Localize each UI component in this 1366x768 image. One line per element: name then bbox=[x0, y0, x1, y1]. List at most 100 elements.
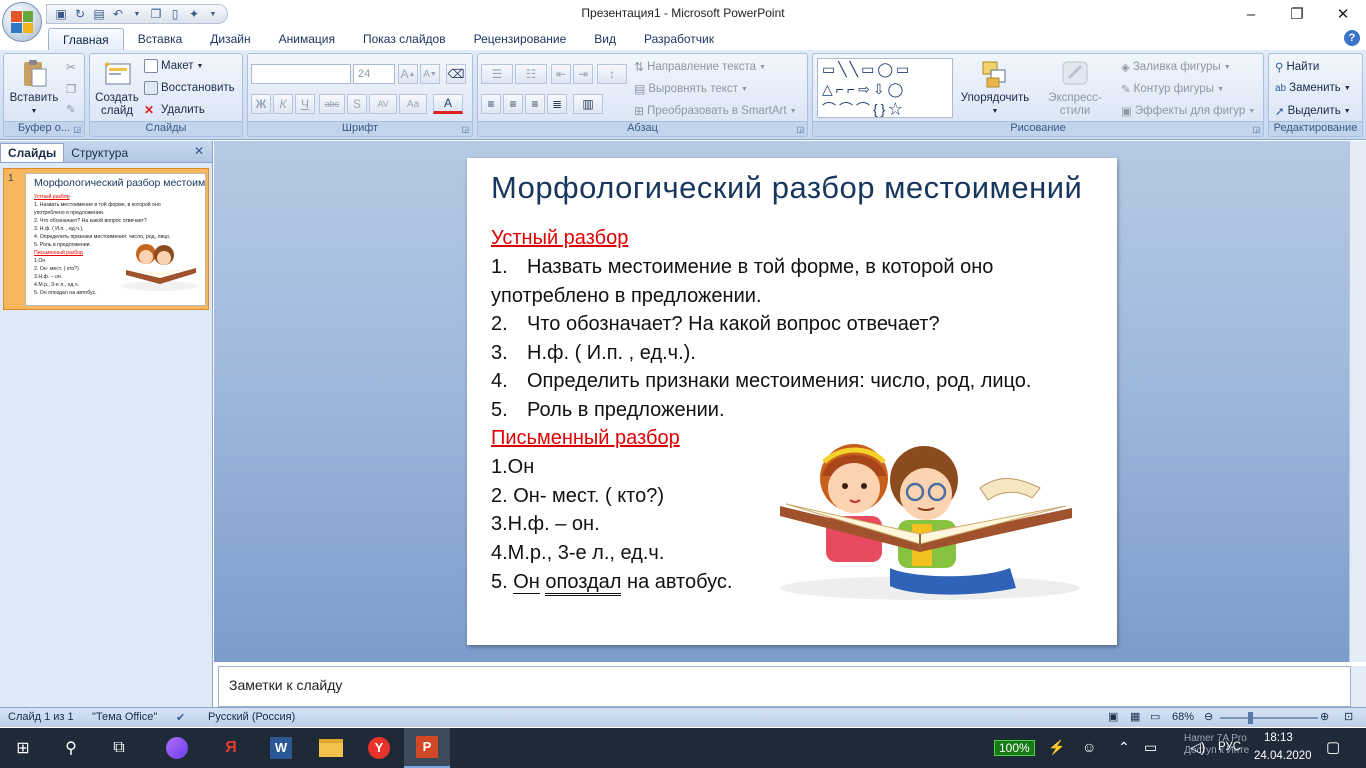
show-hidden-icons-icon[interactable]: ⌃ bbox=[1118, 739, 1130, 756]
italic-button[interactable]: К bbox=[273, 94, 293, 114]
tab-slideshow[interactable]: Показ слайдов bbox=[349, 28, 460, 50]
theme-name[interactable]: "Тема Office" bbox=[92, 711, 157, 723]
print-preview-icon[interactable]: ▤ bbox=[91, 6, 107, 22]
zoom-slider[interactable] bbox=[1220, 712, 1318, 724]
align-right-icon[interactable]: ≡ bbox=[525, 94, 545, 114]
line-spacing-icon[interactable]: ↕ bbox=[597, 64, 627, 84]
tab-home[interactable]: Главная bbox=[48, 28, 124, 50]
bold-button[interactable]: Ж bbox=[251, 94, 271, 114]
tab-animation[interactable]: Анимация bbox=[265, 28, 349, 50]
align-center-icon[interactable]: ≡ bbox=[503, 94, 523, 114]
smartart-button[interactable]: ⊞ Преобразовать в SmartArt ▼ bbox=[634, 104, 797, 118]
tab-view[interactable]: Вид bbox=[580, 28, 630, 50]
normal-view-icon[interactable]: ▣ bbox=[1108, 710, 1118, 723]
clear-format-icon[interactable]: ⌫ bbox=[446, 64, 466, 84]
written-item[interactable]: 1.Он bbox=[491, 455, 534, 479]
qat-customize-icon[interactable]: ▼ bbox=[205, 6, 221, 22]
save-icon[interactable]: ▣ bbox=[53, 6, 69, 22]
word-icon[interactable]: W bbox=[258, 728, 304, 768]
zoom-level[interactable]: 68% bbox=[1172, 711, 1194, 723]
dialog-launcher-icon[interactable]: ◲ bbox=[1252, 125, 1260, 134]
repeat-icon[interactable]: ↻ bbox=[72, 6, 88, 22]
slide-title[interactable]: Морфологический разбор местоимений bbox=[491, 170, 1082, 206]
font-name-combo[interactable] bbox=[251, 64, 351, 84]
slide-canvas[interactable]: Морфологический разбор местоимений Устны… bbox=[467, 158, 1117, 645]
written-heading[interactable]: Письменный разбор bbox=[491, 426, 680, 450]
minimize-button[interactable]: – bbox=[1228, 0, 1274, 28]
battery-indicator[interactable]: 100% bbox=[994, 740, 1035, 756]
change-case-button[interactable]: Aa bbox=[399, 94, 427, 114]
shape-outline-button[interactable]: ✎ Контур фигуры ▼ bbox=[1121, 82, 1224, 96]
shapes-gallery[interactable]: ▭╲╲▭◯▭ △⌐⌐⇨⇩◯ ⌒⌒⌒{}☆ bbox=[817, 58, 953, 118]
clock-time[interactable]: 18:13 bbox=[1264, 732, 1293, 744]
dialog-launcher-icon[interactable]: ◲ bbox=[73, 125, 81, 134]
oral-item[interactable]: 5. Роль в предложении. bbox=[491, 398, 725, 422]
yandex-browser-icon[interactable]: Я bbox=[208, 728, 254, 768]
undo-icon[interactable]: ↶ bbox=[110, 6, 126, 22]
dialog-launcher-icon[interactable]: ◲ bbox=[461, 125, 469, 134]
format-painter-icon[interactable]: ✎ bbox=[66, 102, 76, 116]
delete-slide-button[interactable]: ✕ Удалить bbox=[144, 103, 205, 117]
notes-scrollbar[interactable] bbox=[1351, 666, 1366, 707]
strike-button[interactable]: abc bbox=[319, 94, 345, 114]
close-panel-icon[interactable]: ✕ bbox=[194, 144, 204, 158]
alice-assistant-icon[interactable] bbox=[154, 728, 200, 768]
slide-thumbnail[interactable]: Морфологический разбор местоимений Устны… bbox=[25, 173, 206, 306]
clock-date[interactable]: 24.04.2020 bbox=[1254, 750, 1312, 762]
oral-item[interactable]: 2. Что обозначает? На какой вопрос отвеча… bbox=[491, 312, 940, 336]
align-left-icon[interactable]: ≡ bbox=[481, 94, 501, 114]
font-size-combo[interactable]: 24 bbox=[353, 64, 395, 84]
arrange-button[interactable]: Упорядочить ▼ bbox=[957, 58, 1033, 118]
powerpoint-icon[interactable]: P bbox=[404, 728, 450, 768]
close-button[interactable]: ✕ bbox=[1320, 0, 1366, 28]
search-icon[interactable]: ⚲ bbox=[48, 728, 94, 768]
tab-slides-panel[interactable]: Слайды bbox=[0, 143, 65, 162]
network-icon[interactable]: ▭ bbox=[1144, 739, 1157, 756]
new-slide-icon[interactable]: ✦ bbox=[186, 6, 202, 22]
copy-icon[interactable]: ❐ bbox=[148, 6, 164, 22]
dialog-launcher-icon[interactable]: ◲ bbox=[796, 125, 804, 134]
cut-icon[interactable]: ✂ bbox=[66, 60, 76, 74]
volume-icon[interactable]: ◁) bbox=[1190, 739, 1205, 756]
written-item-5[interactable]: 5. Он опоздал на автобус. bbox=[491, 570, 732, 596]
copy-format-icon[interactable]: ❐ bbox=[66, 82, 76, 96]
notes-placeholder[interactable]: Заметки к слайду bbox=[229, 677, 342, 693]
oral-item[interactable]: 3. Н.ф. ( И.п. , ед.ч.). bbox=[491, 341, 696, 365]
font-color-icon[interactable]: A bbox=[433, 94, 463, 114]
fit-to-window-icon[interactable]: ⊡ bbox=[1344, 710, 1353, 723]
new-slide-button[interactable]: ✦ Создать слайд bbox=[93, 58, 141, 118]
office-button[interactable] bbox=[2, 2, 42, 42]
char-spacing-button[interactable]: AV bbox=[369, 94, 397, 114]
tab-design[interactable]: Дизайн bbox=[196, 28, 264, 50]
zoom-in-icon[interactable]: ⊕ bbox=[1320, 710, 1329, 723]
restore-button[interactable]: ❐ bbox=[1274, 0, 1320, 28]
paste-button[interactable]: Вставить ▼ bbox=[8, 58, 60, 118]
align-text-button[interactable]: ▤ Выровнять текст ▼ bbox=[634, 82, 748, 96]
grow-font-icon[interactable]: A ▲ bbox=[398, 64, 418, 84]
written-item[interactable]: 2. Он- мест. ( кто?) bbox=[491, 484, 664, 508]
zoom-slider-thumb[interactable] bbox=[1248, 712, 1253, 724]
shape-fill-button[interactable]: ◈ Заливка фигуры ▼ bbox=[1121, 60, 1231, 74]
sorter-view-icon[interactable]: ▦ bbox=[1130, 710, 1140, 723]
bullets-icon[interactable]: ☰ bbox=[481, 64, 513, 84]
shape-effects-button[interactable]: ▣ Эффекты для фигур ▼ bbox=[1121, 104, 1255, 118]
language-indicator[interactable]: Русский (Россия) bbox=[208, 711, 295, 723]
slideshow-view-icon[interactable]: ▭ bbox=[1150, 710, 1160, 723]
slide-thumbnail-selected[interactable]: 1 Морфологический разбор местоимений Уст… bbox=[3, 168, 209, 310]
columns-icon[interactable]: ▥ bbox=[573, 94, 603, 114]
help-icon[interactable]: ? bbox=[1344, 30, 1360, 46]
action-center-icon[interactable]: ▢ bbox=[1326, 738, 1340, 756]
decrease-indent-icon[interactable]: ⇤ bbox=[551, 64, 571, 84]
notes-pane[interactable]: Заметки к слайду bbox=[218, 666, 1351, 707]
language-tray[interactable]: РУС bbox=[1218, 741, 1241, 753]
oral-heading[interactable]: Устный разбор bbox=[491, 226, 628, 250]
power-plug-icon[interactable]: ⚡ bbox=[1048, 739, 1065, 756]
oral-item[interactable]: употреблено в предложении. bbox=[491, 284, 762, 308]
shrink-font-icon[interactable]: A ▼ bbox=[420, 64, 440, 84]
select-button[interactable]: ➚ Выделить ▼ bbox=[1275, 104, 1351, 118]
reset-button[interactable]: Восстановить bbox=[144, 81, 235, 95]
tab-outline-panel[interactable]: Структура bbox=[64, 143, 135, 162]
written-item[interactable]: 4.М.р., 3-е л., ед.ч. bbox=[491, 541, 664, 565]
shadow-button[interactable]: S bbox=[347, 94, 367, 114]
file-explorer-icon[interactable] bbox=[308, 728, 354, 768]
